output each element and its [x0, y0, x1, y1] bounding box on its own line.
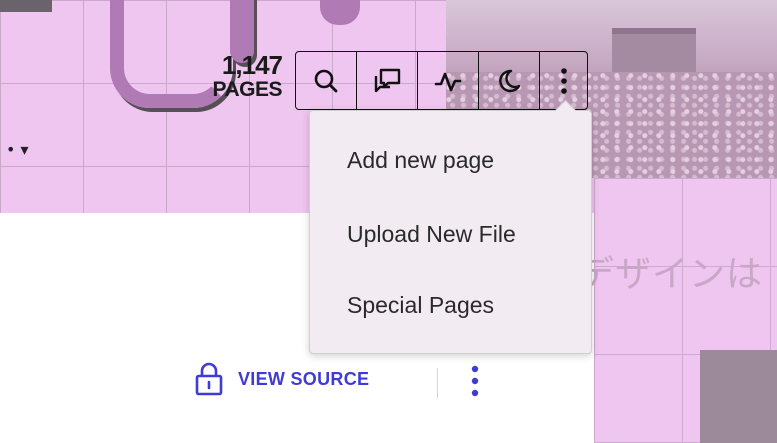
view-source-label: VIEW SOURCE	[238, 368, 370, 389]
theme-toggle-button[interactable]	[479, 52, 540, 109]
search-button[interactable]	[296, 52, 357, 109]
background-figure	[700, 350, 777, 443]
more-actions-menu: Add new page Upload New File Special Pag…	[309, 110, 592, 354]
activity-icon	[434, 72, 462, 91]
wiki-logo-art	[320, 0, 360, 25]
wiki-toolbar	[295, 51, 588, 110]
header-decoration	[0, 0, 52, 12]
recent-activity-button[interactable]	[418, 52, 479, 109]
moon-icon	[499, 69, 521, 92]
menu-item-special-pages[interactable]: Special Pages	[347, 292, 494, 319]
nav-dropdown-caret[interactable]: • ▾	[6, 140, 29, 159]
menu-item-upload-new-file[interactable]: Upload New File	[347, 221, 516, 248]
header-photo-building	[612, 28, 696, 72]
background-text: デザインは	[578, 254, 764, 295]
page-count-number: 1,147	[221, 50, 283, 80]
discussion-icon	[374, 68, 401, 92]
lock-icon	[195, 362, 223, 396]
page-actions-more-button[interactable]	[470, 364, 480, 402]
page-count[interactable]: 1,147 PAGES	[190, 50, 283, 101]
page-count-label: PAGES	[212, 78, 283, 101]
menu-item-add-new-page[interactable]: Add new page	[347, 147, 494, 174]
search-icon	[314, 69, 338, 92]
discussions-button[interactable]	[357, 52, 418, 109]
more-vertical-icon	[471, 365, 479, 397]
action-divider	[437, 368, 438, 398]
more-vertical-icon	[560, 67, 567, 94]
view-source-button[interactable]: VIEW SOURCE	[194, 362, 369, 396]
